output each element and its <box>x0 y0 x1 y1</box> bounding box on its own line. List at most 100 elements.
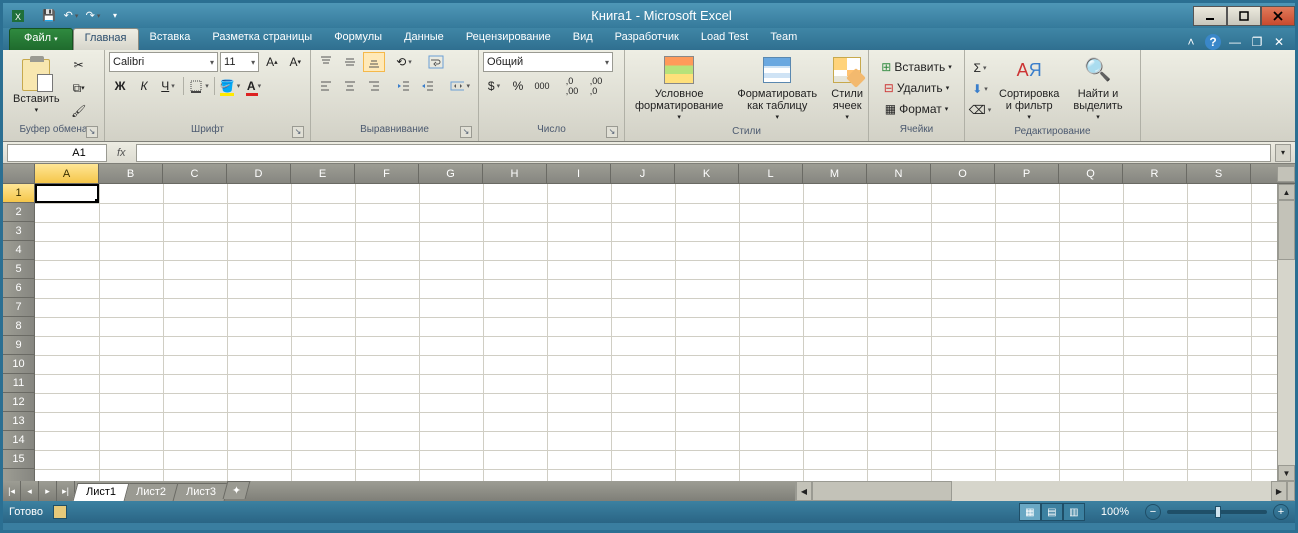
row-header[interactable]: 13 <box>3 412 34 431</box>
conditional-formatting-button[interactable]: Условное форматирование▾ <box>629 52 729 126</box>
qat-undo-icon[interactable]: ↶ <box>62 7 80 25</box>
macro-record-icon[interactable] <box>53 505 67 519</box>
column-header[interactable]: I <box>547 164 611 183</box>
row-header[interactable]: 7 <box>3 298 34 317</box>
close-button[interactable] <box>1261 6 1295 26</box>
row-header[interactable]: 5 <box>3 260 34 279</box>
bold-button[interactable]: Ж <box>109 76 131 96</box>
accounting-format-icon[interactable]: $ <box>483 76 505 96</box>
row-header[interactable]: 6 <box>3 279 34 298</box>
excel-app-icon[interactable]: X <box>9 7 27 25</box>
grow-font-icon[interactable]: A▴ <box>261 52 282 72</box>
sort-filter-button[interactable]: АЯ Сортировка и фильтр▾ <box>993 52 1065 126</box>
column-header[interactable]: Q <box>1059 164 1123 183</box>
row-header[interactable]: 15 <box>3 450 34 469</box>
column-header[interactable]: A <box>35 164 99 183</box>
format-painter-icon[interactable]: 🖌 <box>68 101 90 121</box>
row-header[interactable]: 3 <box>3 222 34 241</box>
number-format-combo[interactable]: Общий▾ <box>483 52 613 72</box>
row-header[interactable]: 12 <box>3 393 34 412</box>
new-sheet-button[interactable]: ✦ <box>223 481 251 499</box>
column-header[interactable]: J <box>611 164 675 183</box>
cut-icon[interactable]: ✂ <box>68 55 90 75</box>
column-header[interactable]: N <box>867 164 931 183</box>
column-header[interactable]: B <box>99 164 163 183</box>
decrease-indent-icon[interactable] <box>393 76 415 96</box>
font-color-icon[interactable]: A <box>243 76 265 96</box>
row-header[interactable]: 14 <box>3 431 34 450</box>
tab-load-test[interactable]: Load Test <box>690 28 760 50</box>
hsplit-handle[interactable] <box>1287 481 1295 501</box>
increase-decimal-icon[interactable]: ,0,00 <box>561 76 583 96</box>
tab-team[interactable]: Team <box>759 28 808 50</box>
help-icon[interactable]: ? <box>1205 34 1221 50</box>
row-header[interactable]: 2 <box>3 203 34 222</box>
tab-рецензирование[interactable]: Рецензирование <box>455 28 562 50</box>
sheet-nav-first-icon[interactable]: |◂ <box>3 481 21 501</box>
vsplit-handle[interactable] <box>1277 166 1295 182</box>
row-header[interactable]: 9 <box>3 336 34 355</box>
column-header[interactable]: G <box>419 164 483 183</box>
align-bottom-icon[interactable] <box>363 52 385 72</box>
font-launcher-icon[interactable]: ↘ <box>292 126 304 138</box>
row-header[interactable]: 1 <box>3 184 34 203</box>
vertical-scrollbar[interactable]: ▲ ▼ <box>1277 184 1295 481</box>
column-header[interactable]: R <box>1123 164 1187 183</box>
column-header[interactable]: E <box>291 164 355 183</box>
name-box[interactable]: ▾ <box>7 144 107 162</box>
decrease-decimal-icon[interactable]: ,00,0 <box>585 76 607 96</box>
borders-icon[interactable] <box>188 76 210 96</box>
qat-save-icon[interactable]: 💾 <box>40 7 58 25</box>
workbook-close-icon[interactable]: ✕ <box>1271 34 1287 50</box>
align-left-icon[interactable] <box>315 76 337 96</box>
align-launcher-icon[interactable]: ↘ <box>460 126 472 138</box>
fill-color-icon[interactable]: 🪣 <box>219 76 241 96</box>
tab-разработчик[interactable]: Разработчик <box>604 28 690 50</box>
view-normal-icon[interactable]: ▦ <box>1019 503 1041 521</box>
cells-area[interactable] <box>35 184 1295 481</box>
qat-customize-icon[interactable]: ▾ <box>106 7 124 25</box>
horizontal-scrollbar[interactable]: ◀ ▶ <box>795 481 1295 501</box>
insert-cells-button[interactable]: ⊞Вставить▾ <box>873 57 960 77</box>
tab-главная[interactable]: Главная <box>73 28 139 50</box>
sheet-nav-prev-icon[interactable]: ◂ <box>21 481 39 501</box>
tab-вид[interactable]: Вид <box>562 28 604 50</box>
scroll-down-icon[interactable]: ▼ <box>1278 465 1295 481</box>
column-header[interactable]: K <box>675 164 739 183</box>
align-center-icon[interactable] <box>339 76 361 96</box>
italic-button[interactable]: К <box>133 76 155 96</box>
tab-формулы[interactable]: Формулы <box>323 28 393 50</box>
column-header[interactable]: F <box>355 164 419 183</box>
format-as-table-button[interactable]: Форматировать как таблицу▾ <box>731 52 823 126</box>
minimize-button[interactable] <box>1193 6 1227 26</box>
tab-вставка[interactable]: Вставка <box>139 28 202 50</box>
paste-button[interactable]: Вставить▾ <box>7 57 66 119</box>
fx-icon[interactable]: fx <box>111 147 132 159</box>
sheet-tab[interactable]: Лист1 <box>73 483 130 501</box>
sheet-tab[interactable]: Лист2 <box>123 483 180 501</box>
align-middle-icon[interactable] <box>339 52 361 72</box>
hscroll-thumb[interactable] <box>812 481 952 501</box>
qat-redo-icon[interactable]: ↷ <box>84 7 102 25</box>
tab-file[interactable]: Файл ▾ <box>9 28 73 50</box>
zoom-level[interactable]: 100% <box>1101 506 1129 518</box>
font-size-combo[interactable]: 11▾ <box>220 52 259 72</box>
shrink-font-icon[interactable]: A▾ <box>285 52 306 72</box>
sheet-tab[interactable]: Лист3 <box>173 483 230 501</box>
formula-input[interactable] <box>136 144 1271 162</box>
ribbon-minimize-icon[interactable]: ˄ <box>1183 34 1199 50</box>
column-header[interactable]: D <box>227 164 291 183</box>
view-page-break-icon[interactable]: ▥ <box>1063 503 1085 521</box>
orientation-icon[interactable]: ⟲ <box>393 52 415 72</box>
find-select-button[interactable]: 🔍 Найти и выделить▾ <box>1067 52 1128 126</box>
formula-bar-expand-icon[interactable]: ▾ <box>1275 144 1291 162</box>
merge-center-icon[interactable] <box>449 76 471 96</box>
clear-icon[interactable]: ⌫ <box>969 100 991 120</box>
increase-indent-icon[interactable] <box>417 76 439 96</box>
workbook-minimize-icon[interactable]: — <box>1227 34 1243 50</box>
workbook-restore-icon[interactable]: ❐ <box>1249 34 1265 50</box>
column-header[interactable]: S <box>1187 164 1251 183</box>
select-all-cell[interactable] <box>3 164 35 183</box>
tab-данные[interactable]: Данные <box>393 28 455 50</box>
active-cell[interactable] <box>35 184 99 203</box>
